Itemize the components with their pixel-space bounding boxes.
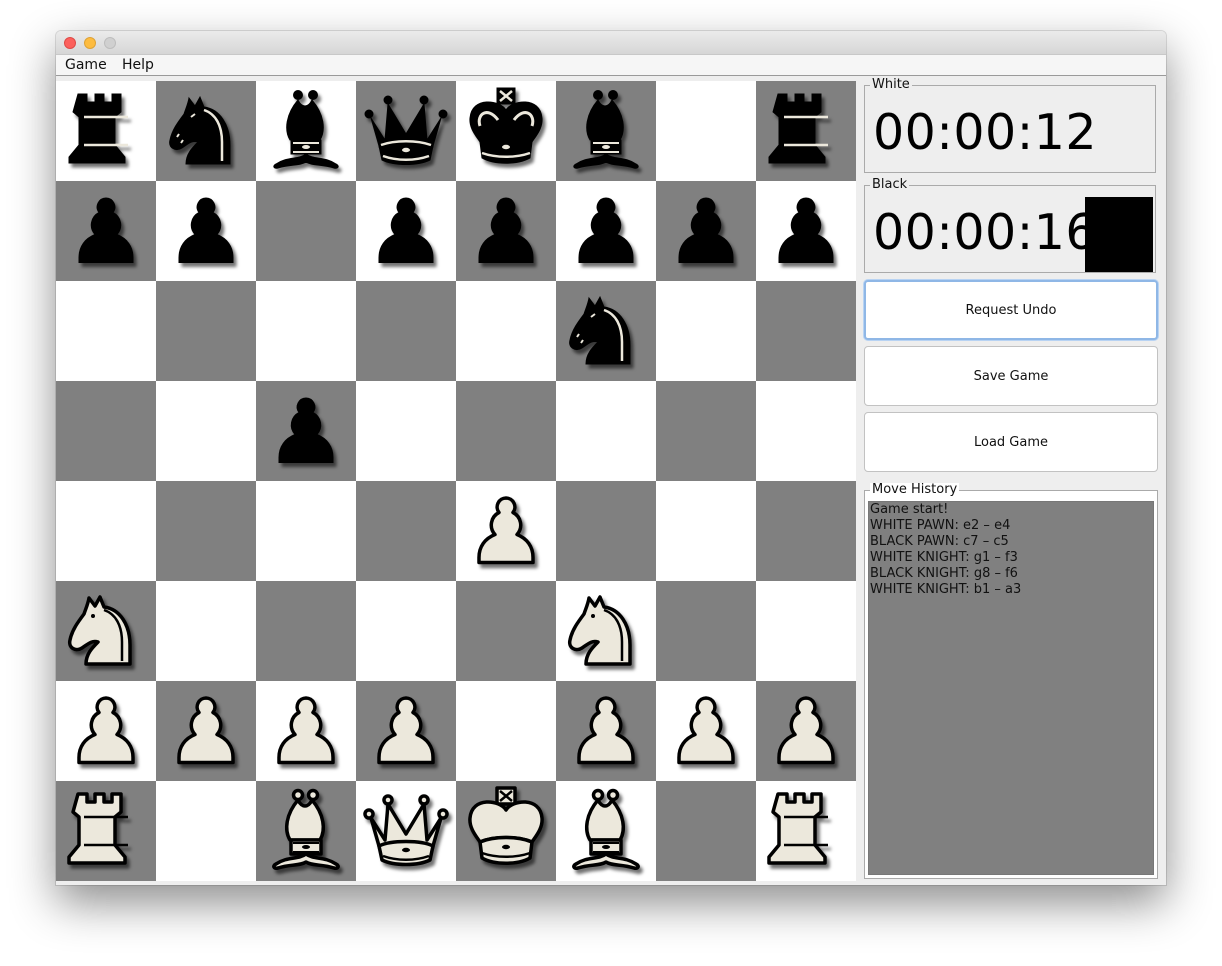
white-clock-panel: White 00:00:12: [864, 78, 1156, 173]
chess-board: [56, 81, 856, 881]
square-e1[interactable]: [456, 781, 556, 881]
square-g1[interactable]: [656, 781, 756, 881]
square-d1[interactable]: [356, 781, 456, 881]
square-b7[interactable]: [156, 181, 256, 281]
square-e5[interactable]: [456, 381, 556, 481]
square-g4[interactable]: [656, 481, 756, 581]
square-f6[interactable]: [556, 281, 656, 381]
black-clock-time: 00:00:16: [873, 204, 1098, 261]
square-b1[interactable]: [156, 781, 256, 881]
square-a1[interactable]: [56, 781, 156, 881]
white-clock-label: White: [870, 77, 912, 92]
square-f2[interactable]: [556, 681, 656, 781]
square-e2[interactable]: [456, 681, 556, 781]
square-d6[interactable]: [356, 281, 456, 381]
square-h8[interactable]: [756, 81, 856, 181]
square-f4[interactable]: [556, 481, 656, 581]
square-f8[interactable]: [556, 81, 656, 181]
square-c1[interactable]: [256, 781, 356, 881]
history-entry: WHITE PAWN: e2 – e4: [870, 518, 1011, 533]
close-window-button[interactable]: [64, 37, 76, 49]
square-h2[interactable]: [756, 681, 856, 781]
save-game-button[interactable]: Save Game: [864, 346, 1158, 406]
square-e3[interactable]: [456, 581, 556, 681]
square-a3[interactable]: [56, 581, 156, 681]
square-a5[interactable]: [56, 381, 156, 481]
square-f1[interactable]: [556, 781, 656, 881]
title-bar[interactable]: [56, 31, 1166, 55]
history-entry: WHITE KNIGHT: g1 – f3: [870, 550, 1018, 565]
history-entry: WHITE KNIGHT: b1 – a3: [870, 582, 1022, 597]
maximize-window-button[interactable]: [104, 37, 116, 49]
square-b4[interactable]: [156, 481, 256, 581]
move-history-label: Move History: [870, 482, 960, 497]
menu-game[interactable]: Game: [65, 56, 107, 74]
square-c4[interactable]: [256, 481, 356, 581]
square-h3[interactable]: [756, 581, 856, 681]
minimize-window-button[interactable]: [84, 37, 96, 49]
square-g6[interactable]: [656, 281, 756, 381]
white-clock-time: 00:00:12: [873, 104, 1098, 161]
square-a7[interactable]: [56, 181, 156, 281]
square-c2[interactable]: [256, 681, 356, 781]
square-e7[interactable]: [456, 181, 556, 281]
square-b5[interactable]: [156, 381, 256, 481]
square-g5[interactable]: [656, 381, 756, 481]
square-g2[interactable]: [656, 681, 756, 781]
menu-bar: Game Help: [56, 55, 1166, 76]
square-c3[interactable]: [256, 581, 356, 681]
square-h6[interactable]: [756, 281, 856, 381]
move-history-list[interactable]: Game start! WHITE PAWN: e2 – e4 BLACK PAWN…: [868, 501, 1154, 875]
square-g8[interactable]: [656, 81, 756, 181]
request-undo-button[interactable]: Request Undo: [864, 280, 1158, 340]
square-d7[interactable]: [356, 181, 456, 281]
square-d3[interactable]: [356, 581, 456, 681]
history-entry: BLACK PAWN: c7 – c5: [870, 534, 1009, 549]
square-a2[interactable]: [56, 681, 156, 781]
square-e4[interactable]: [456, 481, 556, 581]
square-f5[interactable]: [556, 381, 656, 481]
square-a6[interactable]: [56, 281, 156, 381]
square-b8[interactable]: [156, 81, 256, 181]
square-b6[interactable]: [156, 281, 256, 381]
menu-help[interactable]: Help: [122, 56, 154, 74]
app-window: Game Help White 00:00:12 Black 00:00:16 …: [56, 31, 1166, 885]
move-history-panel: Move History Game start! WHITE PAWN: e2 –…: [864, 483, 1158, 879]
square-g3[interactable]: [656, 581, 756, 681]
black-clock-panel: Black 00:00:16: [864, 178, 1156, 273]
square-e8[interactable]: [456, 81, 556, 181]
square-d8[interactable]: [356, 81, 456, 181]
square-c5[interactable]: [256, 381, 356, 481]
black-clock-label: Black: [870, 177, 910, 192]
square-d4[interactable]: [356, 481, 456, 581]
square-e6[interactable]: [456, 281, 556, 381]
history-entry: BLACK KNIGHT: g8 – f6: [870, 566, 1018, 581]
square-d5[interactable]: [356, 381, 456, 481]
square-h7[interactable]: [756, 181, 856, 281]
square-b3[interactable]: [156, 581, 256, 681]
square-f7[interactable]: [556, 181, 656, 281]
square-b2[interactable]: [156, 681, 256, 781]
square-c6[interactable]: [256, 281, 356, 381]
history-entry: Game start!: [870, 502, 949, 517]
square-g7[interactable]: [656, 181, 756, 281]
square-c7[interactable]: [256, 181, 356, 281]
square-a8[interactable]: [56, 81, 156, 181]
square-a4[interactable]: [56, 481, 156, 581]
square-h4[interactable]: [756, 481, 856, 581]
square-c8[interactable]: [256, 81, 356, 181]
square-d2[interactable]: [356, 681, 456, 781]
square-h1[interactable]: [756, 781, 856, 881]
square-f3[interactable]: [556, 581, 656, 681]
square-h5[interactable]: [756, 381, 856, 481]
load-game-button[interactable]: Load Game: [864, 412, 1158, 472]
black-turn-indicator: [1085, 197, 1153, 272]
